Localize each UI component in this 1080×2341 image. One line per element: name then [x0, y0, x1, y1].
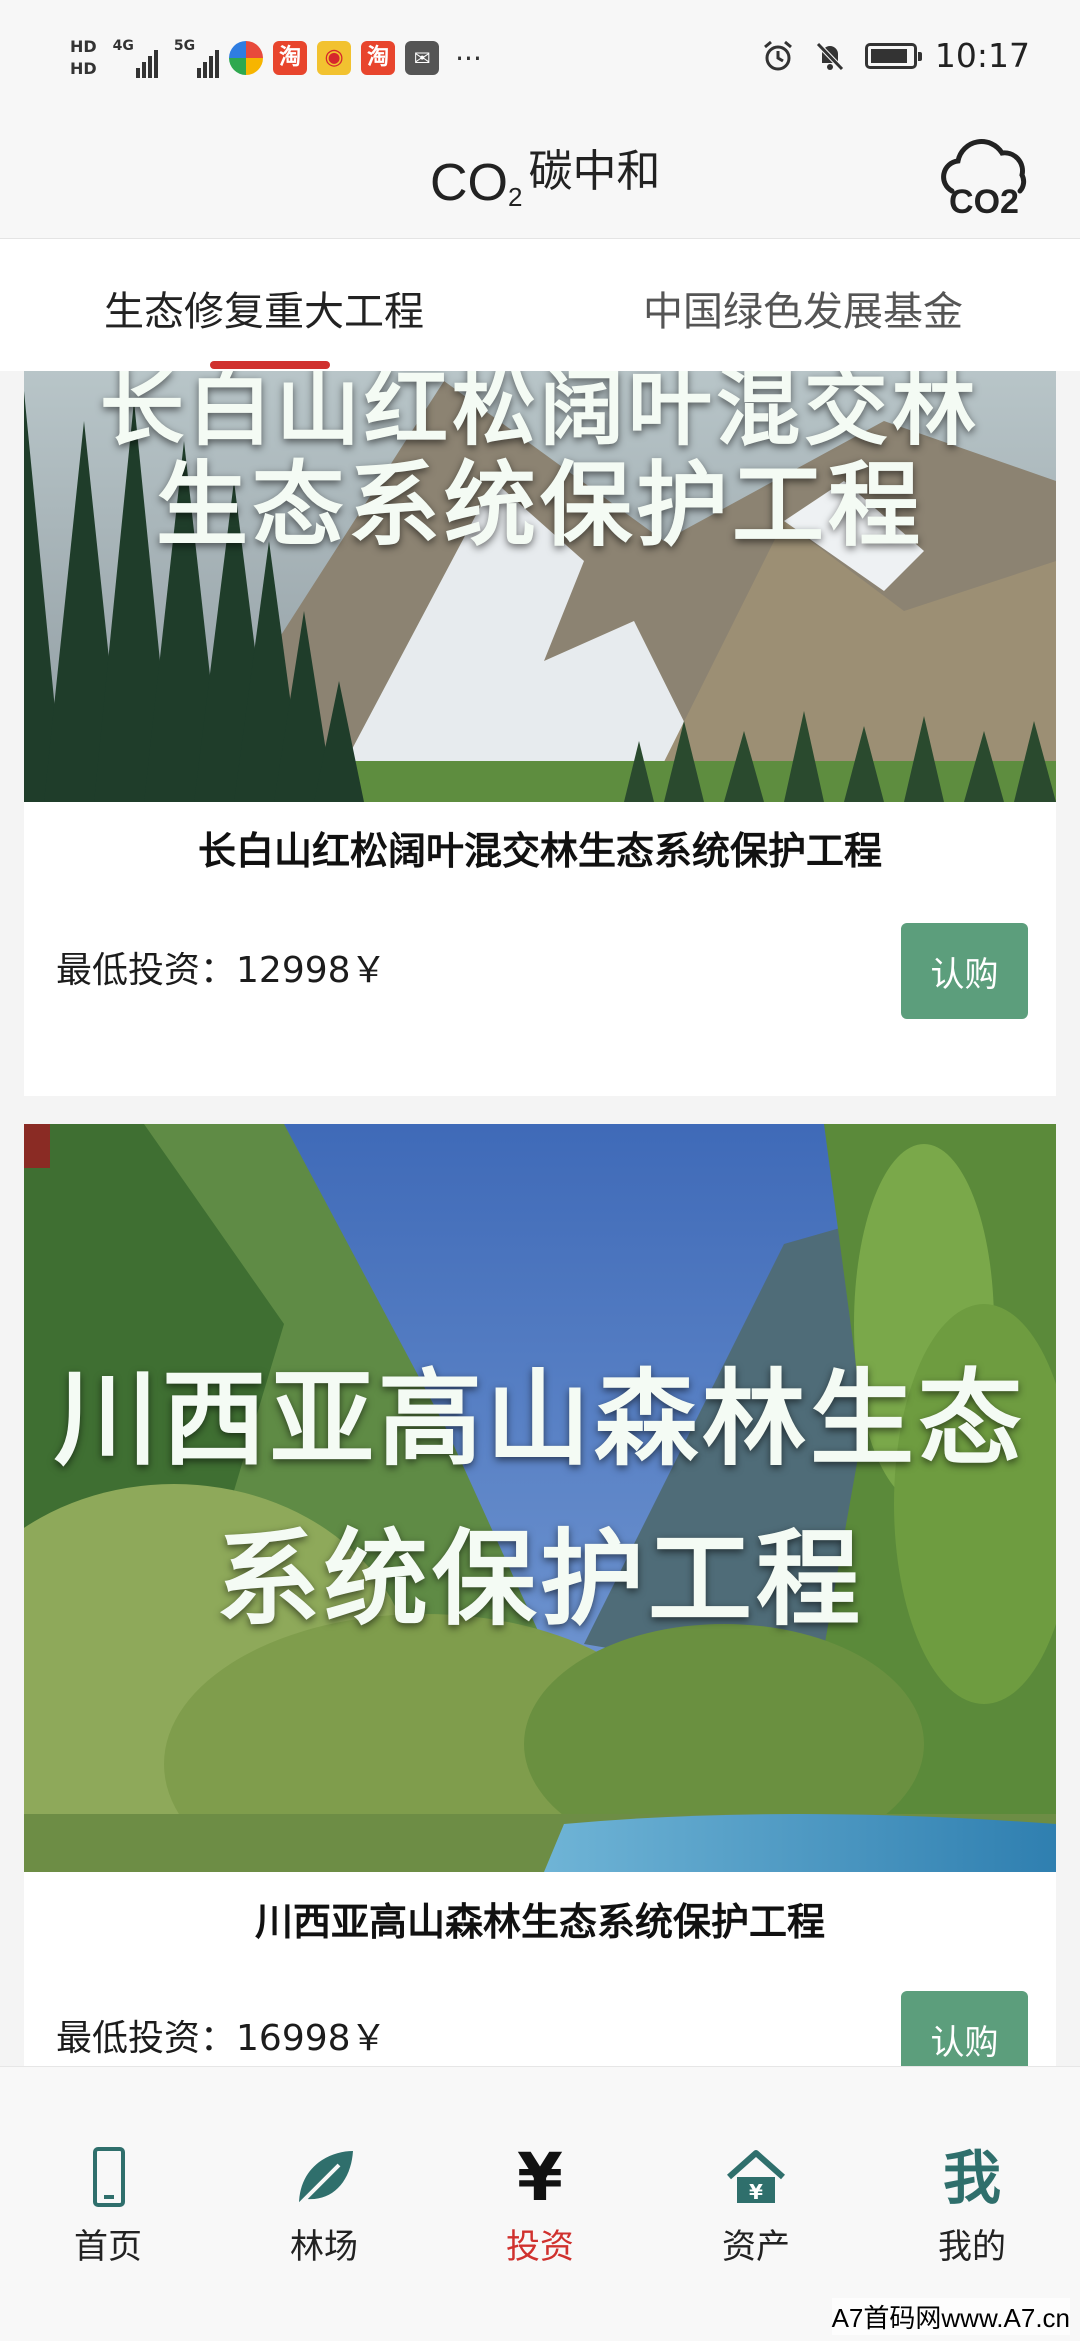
- min-investment-value: 12998￥: [236, 950, 387, 991]
- app-header: CO2 碳中和 CO2: [0, 115, 1080, 239]
- min-investment-label: 最低投资：: [56, 950, 237, 991]
- app-logo: CO2 碳中和: [430, 135, 660, 213]
- nav-home[interactable]: 首页: [28, 2147, 188, 2268]
- nav-home-label: 首页: [74, 2227, 142, 2267]
- taobao-icon: 淘: [361, 41, 396, 75]
- more-notifications-icon: ···: [455, 41, 482, 75]
- subscribe-button[interactable]: 认购: [901, 1991, 1028, 2066]
- status-left: HD HD 4G 5G 淘 ◉ 淘 ✉ ···: [70, 28, 482, 88]
- min-investment: 最低投资：12998￥: [56, 921, 387, 1021]
- banner-text-line-2: 生态系统保护工程: [155, 452, 924, 559]
- watermark: A7首码网www.A7.cn: [831, 2298, 1070, 2335]
- network-5g-label: 5G: [173, 38, 196, 54]
- signal-4g-icon: 4G: [113, 38, 158, 78]
- co2-cloud-icon[interactable]: CO2: [934, 129, 1034, 221]
- mute-bell-icon: [816, 41, 844, 71]
- project-banner-image[interactable]: 长白山红松阔叶混交林 生态系统保护工程: [24, 371, 1056, 802]
- nav-assets-label: 资产: [722, 2227, 790, 2267]
- alarm-icon: [763, 40, 792, 70]
- hd-label-2: HD: [70, 59, 97, 78]
- browser-icon: [229, 41, 264, 75]
- logo-co: CO2: [430, 154, 523, 212]
- status-bar: HD HD 4G 5G 淘 ◉ 淘 ✉ ··· 10:17: [0, 0, 1080, 115]
- network-4g-label: 4G: [112, 38, 134, 54]
- nav-me[interactable]: 我 我的: [892, 2147, 1052, 2268]
- battery-icon: [864, 42, 922, 69]
- project-card[interactable]: 长白山红松阔叶混交林 生态系统保护工程 长白山红松阔叶混交林生态系统保护工程 最…: [24, 371, 1056, 1096]
- phone-icon: [93, 2147, 125, 2207]
- nav-me-label: 我的: [938, 2227, 1006, 2267]
- nav-invest[interactable]: ¥ 投资: [460, 2139, 620, 2268]
- nav-assets[interactable]: ¥ 资产: [676, 2147, 836, 2268]
- clock: 10:17: [934, 36, 1030, 75]
- banner-text-line-1: 川西亚高山森林生态: [53, 1358, 1026, 1480]
- mail-icon: ✉: [405, 41, 440, 75]
- project-title[interactable]: 长白山红松阔叶混交林生态系统保护工程: [24, 801, 1056, 901]
- hd-indicator: HD HD: [70, 36, 97, 80]
- signal-5g-icon: 5G: [173, 38, 220, 78]
- min-investment-label: 最低投资：: [56, 2018, 237, 2059]
- cloud-label: CO2: [949, 183, 1019, 221]
- banner-text-line-2: 系统保护工程: [215, 1518, 864, 1640]
- me-icon: 我: [942, 2144, 1001, 2212]
- leaf-icon: [297, 2151, 353, 2207]
- tab-bar: 生态修复重大工程 中国绿色发展基金: [0, 239, 1080, 371]
- weibo-icon: ◉: [317, 41, 352, 75]
- logo-subscript: 2: [508, 182, 523, 212]
- status-right: 10:17: [761, 36, 1030, 75]
- min-investment: 最低投资：16998￥: [56, 1989, 387, 2066]
- tab-ecological-restoration[interactable]: 生态修复重大工程: [104, 279, 424, 337]
- project-banner-image[interactable]: 川西亚高山森林生态 系统保护工程: [24, 1124, 1056, 1872]
- page-title: 碳中和: [528, 146, 661, 197]
- active-tab-indicator: [210, 361, 330, 369]
- project-list[interactable]: 长白山红松阔叶混交林 生态系统保护工程 长白山红松阔叶混交林生态系统保护工程 最…: [0, 371, 1080, 2066]
- tab-green-development-fund[interactable]: 中国绿色发展基金: [643, 279, 963, 337]
- house-yen-icon: ¥: [727, 2150, 785, 2204]
- taobao-icon: 淘: [273, 41, 308, 75]
- hd-label-1: HD: [70, 37, 97, 56]
- subscribe-button[interactable]: 认购: [901, 923, 1028, 1019]
- project-title[interactable]: 川西亚高山森林生态系统保护工程: [24, 1872, 1056, 1972]
- project-card[interactable]: 川西亚高山森林生态 系统保护工程 川西亚高山森林生态系统保护工程 最低投资：16…: [24, 1124, 1056, 2066]
- bottom-navigation: 首页 林场 ¥ 投资 ¥ 资产 我 我的 A7首码网www.A7.cn: [0, 2066, 1080, 2341]
- yen-icon: ¥: [517, 2139, 563, 2216]
- nav-invest-label: 投资: [506, 2227, 574, 2267]
- house-yen-glyph: ¥: [749, 2180, 763, 2204]
- min-investment-value: 16998￥: [236, 2018, 387, 2059]
- nav-forest-farm-label: 林场: [290, 2227, 358, 2267]
- nav-forest-farm[interactable]: 林场: [244, 2147, 404, 2268]
